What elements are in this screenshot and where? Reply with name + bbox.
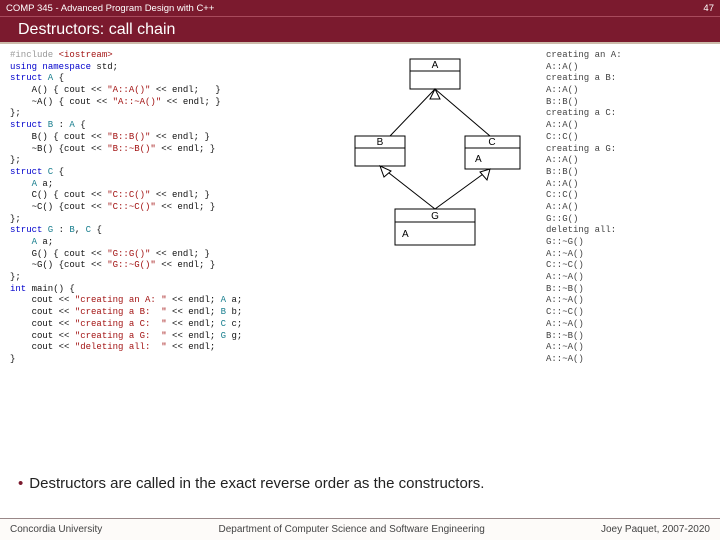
c-dtor: ~C() {cout << [10,202,107,212]
uml-svg: A B C A G A [340,54,540,274]
b-ctor-end: << endl; } [150,132,209,142]
type-g: G [42,225,53,235]
main-l4b: << endl; [167,331,221,341]
type-c: C [42,167,53,177]
main-l3b: << endl; [167,319,221,329]
pp-include: #include [10,50,53,60]
bullet-text: Destructors are called in the exact reve… [29,475,484,492]
main-l3s: "creating a C: " [75,319,167,329]
kw-struct-a: struct [10,73,42,83]
main-l5b: << endl; [167,342,216,352]
b-colon: : [53,120,69,130]
main-l4s: "creating a G: " [75,331,167,341]
a-ctor-str: "A::A()" [107,85,150,95]
code-block: #include <iostream> using namespace std;… [10,50,340,480]
uml-label-b: B [377,137,384,148]
bullet-point: • Destructors are called in the exact rev… [0,475,720,492]
a-dtor-end: << endl; } [161,97,220,107]
main-l4a: cout << [10,331,75,341]
brace-a: { [53,73,64,83]
a-dtor: ~A() { cout << [10,97,113,107]
b-ctor: B() { cout << [10,132,107,142]
main-l2b: << endl; [167,307,221,317]
g-member: A a; [10,237,53,247]
a-ctor: A() { cout << [10,85,107,95]
main-l5a: cout << [10,342,75,352]
uml-label-a: A [432,60,439,71]
main-l5s: "deleting all: " [75,342,167,352]
content-area: #include <iostream> using namespace std;… [0,44,720,480]
c-ctor-end: << endl; } [150,190,209,200]
kw-using: using [10,62,37,72]
program-output: creating an A: A::A() creating a B: A::A… [540,50,714,480]
close-b: }; [10,155,21,165]
b-ctor-str: "B::B()" [107,132,150,142]
uml-label-g: G [431,211,439,222]
c-ctor-str: "C::C()" [107,190,150,200]
g-comma: , [75,225,86,235]
g-ctor-str: "G::G()" [107,249,150,259]
pp-header: <iostream> [53,50,112,60]
c-dtor-str: "C::~C()" [107,202,156,212]
slide-title-bar: Destructors: call chain [0,16,720,42]
main-l2a: cout << [10,307,75,317]
main-l2c: b; [226,307,242,317]
kw-struct-g: struct [10,225,42,235]
slide-title: Destructors: call chain [18,21,175,39]
kw-struct-b: struct [10,120,42,130]
page-number: 47 [703,3,714,14]
main-close: } [10,354,15,364]
header-top: COMP 345 - Advanced Program Design with … [0,0,720,16]
b-dtor: ~B() {cout << [10,144,107,154]
b-dtor-str: "B::~B()" [107,144,156,154]
main-l4c: g; [226,331,242,341]
uml-member-g: A [402,229,409,240]
g-ctor-end: << endl; } [150,249,209,259]
g-dtor-end: << endl; } [156,260,215,270]
kw-namespace: namespace [37,62,91,72]
type-a: A [42,73,53,83]
bullet-icon: • [18,475,23,492]
g-colon: : [53,225,69,235]
footer-left: Concordia University [10,524,102,535]
main-sig: main() { [26,284,75,294]
g-dtor-str: "G::~G()" [107,260,156,270]
a-dtor-str: "A::~A()" [113,97,162,107]
footer: Concordia University Department of Compu… [0,518,720,540]
brace-c: { [53,167,64,177]
uml-member-c: A [475,154,482,165]
main-l1b: << endl; [167,295,221,305]
g-ctor: G() { cout << [10,249,107,259]
main-l3a: cout << [10,319,75,329]
close-c: }; [10,214,21,224]
a-ctor-end: << endl; } [150,85,220,95]
course-label: COMP 345 - Advanced Program Design with … [6,3,214,14]
main-l1c: a; [226,295,242,305]
ns-std: std; [91,62,118,72]
g-dtor: ~G() {cout << [10,260,107,270]
c-dtor-end: << endl; } [156,202,215,212]
type-b: B [42,120,53,130]
uml-label-c: C [488,137,495,148]
brace-b: { [75,120,86,130]
c-ctor: C() { cout << [10,190,107,200]
kw-struct-c: struct [10,167,42,177]
main-l1s: "creating an A: " [75,295,167,305]
footer-center: Department of Computer Science and Softw… [219,524,485,535]
uml-diagram: A B C A G A [340,50,540,480]
kw-int: int [10,284,26,294]
main-l2s: "creating a B: " [75,307,167,317]
footer-right: Joey Paquet, 2007-2020 [601,524,710,535]
c-member: A a; [10,179,53,189]
main-l3c: c; [226,319,242,329]
close-g: }; [10,272,21,282]
close-a: }; [10,108,21,118]
brace-g: { [91,225,102,235]
b-dtor-end: << endl; } [156,144,215,154]
main-l1a: cout << [10,295,75,305]
